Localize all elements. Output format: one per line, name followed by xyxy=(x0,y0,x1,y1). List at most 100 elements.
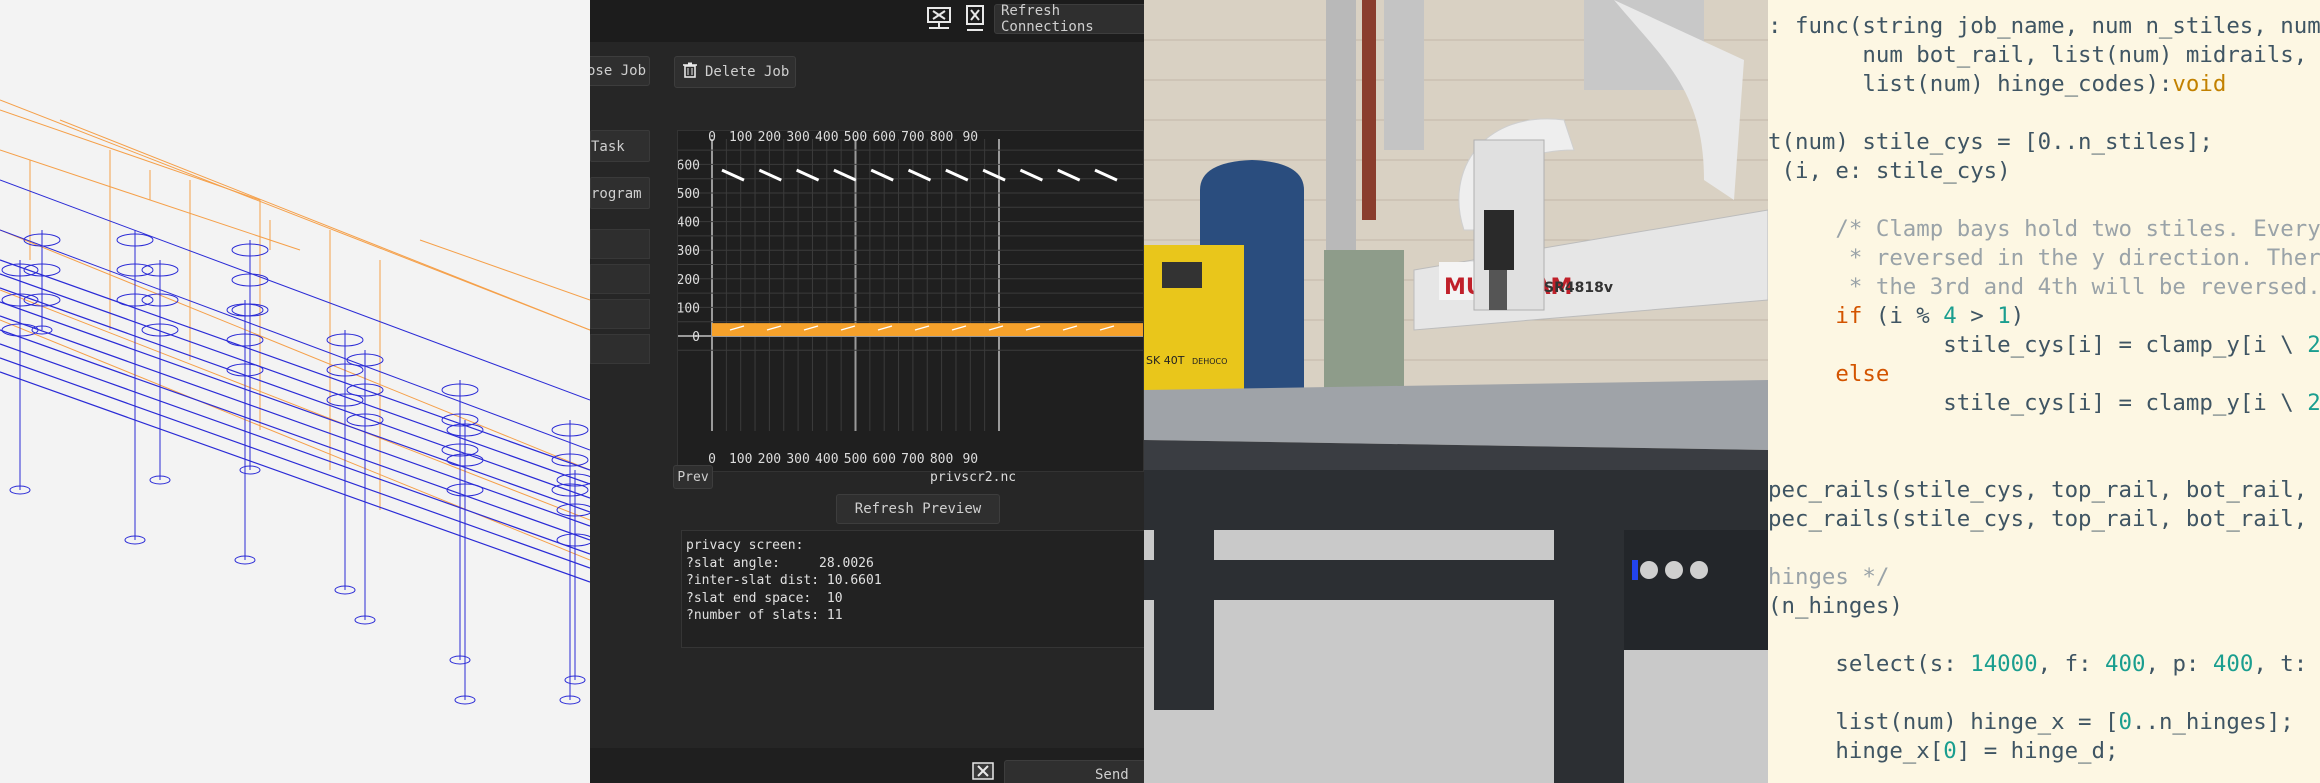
send-label: Send xyxy=(1095,767,1129,783)
task-button[interactable]: Task xyxy=(590,130,650,162)
refresh-connections-button[interactable]: Refresh Connections xyxy=(994,3,1144,35)
code-token: (n_hinges) xyxy=(1768,593,1903,619)
wire-rail xyxy=(0,315,590,527)
compressor-brand: DEHOCO xyxy=(1192,357,1227,366)
close-job-button[interactable]: ose Job xyxy=(590,56,650,86)
code-token: stile_cys[i] = clamp_y[i \ xyxy=(1768,332,2308,358)
code-line: hinge_x[0] = hinge_d; xyxy=(1768,737,2119,765)
program-button-label: rogram xyxy=(591,186,642,202)
top-toolbar: Refresh Connections xyxy=(590,0,1144,42)
code-token: t(num) stile_cys = [0..n_stiles]; xyxy=(1768,129,2213,155)
wire-rail xyxy=(0,357,590,569)
wire-edge xyxy=(0,99,590,331)
side-list-row[interactable] xyxy=(590,229,650,259)
code-line: else xyxy=(1768,360,1889,388)
x-tick-label-bottom: 500 xyxy=(844,452,867,467)
prev-button[interactable]: Prev xyxy=(673,465,713,489)
side-list-row[interactable] xyxy=(590,334,650,364)
send-button[interactable]: Send xyxy=(1004,760,1144,783)
code-token: > xyxy=(1956,303,1998,329)
code-line: stile_cys[i] = clamp_y[i \ 2 xyxy=(1768,389,2320,417)
wire-rail xyxy=(0,229,590,451)
cancel-icon[interactable] xyxy=(972,762,994,783)
y-tick-label: 500 xyxy=(678,187,700,202)
code-token: list(num) hinge_codes): xyxy=(1768,71,2173,97)
y-tick-label: 200 xyxy=(678,273,700,288)
refresh-connections-label: Refresh Connections xyxy=(1001,3,1094,35)
code-token: pec_rails(stile_cys, top_rail, bot_rail, xyxy=(1768,506,2308,532)
info-line: privacy screen: xyxy=(686,538,804,553)
wire-rail xyxy=(0,287,590,499)
code-line: (n_hinges) xyxy=(1768,592,1903,620)
code-line: if (i % 4 > 1) xyxy=(1768,302,2024,330)
close-icon[interactable] xyxy=(965,4,985,39)
refresh-preview-label: Refresh Preview xyxy=(854,501,982,517)
code-token: list(num) hinge_x = [ xyxy=(1768,709,2119,735)
code-line: pec_rails(stile_cys, top_rail, bot_rail, xyxy=(1768,476,2307,504)
wireframe-render-panel xyxy=(0,0,590,783)
code-line: stile_cys[i] = clamp_y[i \ 2 xyxy=(1768,331,2320,359)
compressor-label: SK 40T xyxy=(1146,354,1185,367)
code-editor[interactable]: : func(string job_name, num n_stiles, nu… xyxy=(1768,0,2320,783)
code-token: ) xyxy=(2010,303,2025,329)
code-line: num bot_rail, list(num) midrails, xyxy=(1768,41,2307,69)
code-token: * reversed in the y direction. Ther xyxy=(1768,245,2320,271)
side-list-row[interactable] xyxy=(590,264,650,294)
refresh-preview-button[interactable]: Refresh Preview xyxy=(836,494,1000,524)
x-tick-label-bottom: 800 xyxy=(930,452,953,467)
x-tick-label-top: 300 xyxy=(786,131,809,145)
x-tick-label-bottom: 90 xyxy=(962,452,978,467)
wireframe-render xyxy=(0,99,590,705)
code-token: 2 xyxy=(2307,332,2320,358)
wire-rail xyxy=(0,343,590,555)
cnc-machine-illustration: SK 40T DEHOCO MULTICAM SR4818v xyxy=(1144,0,1768,783)
code-token: hinges */ xyxy=(1768,564,1890,590)
info-line: ?slat angle: 28.0026 xyxy=(686,555,874,571)
bottom-bar: Send xyxy=(590,748,1144,783)
x-tick-label-top: 400 xyxy=(815,131,838,145)
program-button[interactable]: rogram xyxy=(590,177,650,209)
x-tick-label-bottom: 600 xyxy=(872,452,895,467)
code-line: : func(string job_name, num n_stiles, nu… xyxy=(1768,12,2320,40)
y-tick-label: 600 xyxy=(678,158,700,173)
info-line: ?number of slats: 11 xyxy=(686,608,843,623)
wire-rail xyxy=(0,273,590,485)
code-line: list(num) hinge_x = [0..n_hinges]; xyxy=(1768,708,2293,736)
trash-icon xyxy=(683,62,697,82)
network-monitor-icon[interactable] xyxy=(924,6,954,37)
toolpath-preview-plot: 0 0 100 100 200 200 300 300 400 400 500 500 600 600 70… xyxy=(678,131,1143,467)
code-line: /* Clamp bays hold two stiles. Every xyxy=(1768,215,2320,243)
x-tick-label-top: 0 xyxy=(708,131,716,145)
wire-rail xyxy=(0,301,590,513)
code-token: ] = hinge_d; xyxy=(1956,738,2119,764)
code-token: 0 xyxy=(1943,738,1957,764)
wire-rail xyxy=(0,371,590,583)
x-tick-label-top: 100 xyxy=(729,131,752,145)
wire-hole xyxy=(556,533,590,547)
wire-edge xyxy=(0,289,590,521)
code-token: , p: xyxy=(2145,651,2213,677)
side-list-row[interactable] xyxy=(590,299,650,329)
code-token: , t: xyxy=(2253,651,2308,677)
x-tick-label-top: 600 xyxy=(872,131,895,145)
code-token: if xyxy=(1835,303,1863,329)
wire-edge xyxy=(0,109,261,201)
x-tick-label-bottom: 100 xyxy=(729,452,752,467)
toolpath-preview[interactable]: 0 0 100 100 200 200 300 300 400 400 500 500 600 600 70… xyxy=(677,130,1144,472)
delete-job-button[interactable]: Delete Job xyxy=(674,56,796,88)
x-tick-label-bottom: 400 xyxy=(815,452,838,467)
code-token: 400 xyxy=(2212,651,2254,677)
code-line: select(s: 14000, f: 400, p: 400, t: xyxy=(1768,650,2307,678)
preview-filename: privscr2.nc xyxy=(930,470,1017,485)
wire-rail xyxy=(0,259,590,471)
x-tick-label-top: 90 xyxy=(962,131,978,145)
wire-edge xyxy=(0,319,590,561)
code-token: 14000 xyxy=(1970,651,2038,677)
code-token: : func(string job_name, num n_stiles, nu… xyxy=(1768,13,2320,39)
code-token: else xyxy=(1835,361,1890,387)
code-token: /* Clamp bays hold two stiles. Every xyxy=(1768,216,2320,242)
info-line: ?inter-slat dist: 10.6601 xyxy=(686,573,882,588)
close-job-label: ose Job xyxy=(590,63,647,79)
x-tick-label-top: 700 xyxy=(901,131,924,145)
